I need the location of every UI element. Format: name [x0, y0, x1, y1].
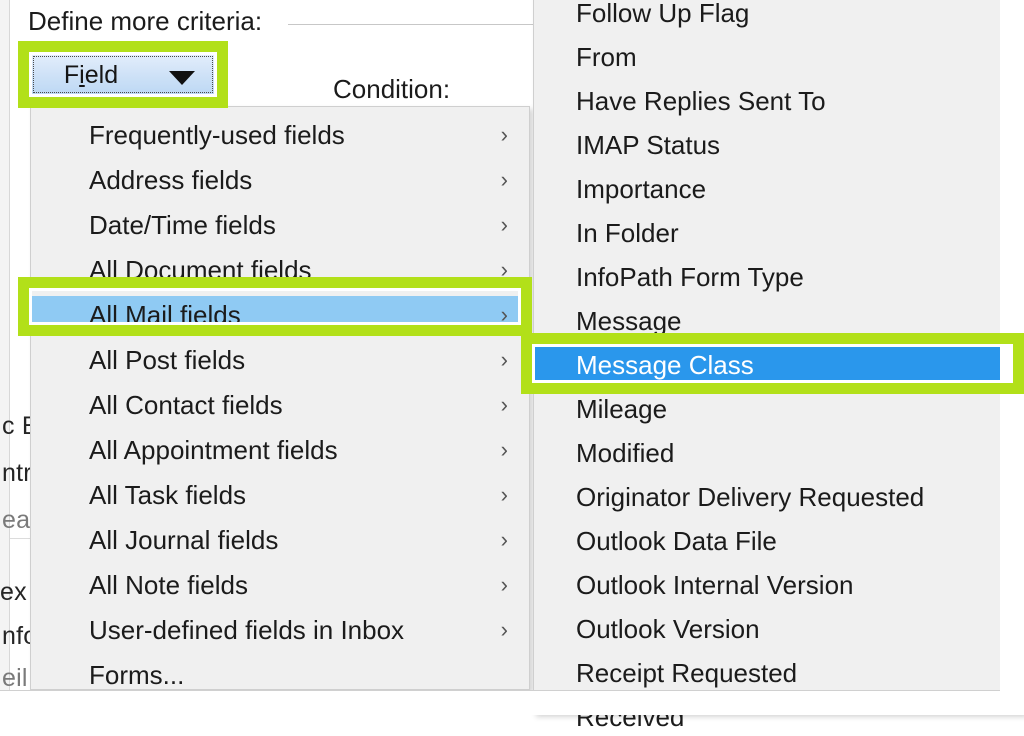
- menu-item-label: Message: [576, 306, 682, 336]
- menu-item-label: Message Class: [576, 350, 754, 380]
- menu-item-label: IMAP Status: [576, 130, 721, 160]
- chevron-right-icon: ›: [500, 617, 508, 642]
- menu-item[interactable]: All Task fields ›: [32, 476, 530, 514]
- all-mail-fields-submenu[interactable]: Follow Up Flag From Have Replies Sent To IM…: [533, 0, 1024, 730]
- menu-item-label: All Document fields: [89, 255, 312, 285]
- menu-item-label: Have Replies Sent To: [576, 86, 826, 116]
- field-label-before: F: [63, 61, 80, 89]
- chevron-right-icon: ›: [500, 527, 508, 552]
- dialog-right-strip: [1000, 0, 1024, 715]
- menu-item[interactable]: All Post fields ›: [32, 341, 530, 379]
- menu-item[interactable]: All Document fields ›: [32, 251, 530, 289]
- menu-item[interactable]: Outlook Version: [535, 610, 1024, 648]
- menu-item-label: Importance: [576, 174, 707, 204]
- menu-item[interactable]: Outlook Data File: [535, 522, 1024, 560]
- menu-item-label: All Appointment fields: [89, 435, 338, 465]
- define-more-criteria-label: Define more criteria:: [28, 6, 263, 36]
- condition-label: Condition:: [333, 74, 451, 104]
- menu-item[interactable]: Receipt Requested: [535, 654, 1024, 692]
- chevron-right-icon: ›: [500, 212, 508, 237]
- menu-item-label: Modified: [576, 438, 675, 468]
- chevron-right-icon: ›: [500, 347, 508, 372]
- menu-item[interactable]: Originator Delivery Requested: [535, 478, 1024, 516]
- field-dropdown-menu[interactable]: Frequently-used fields › Address fields › Da…: [30, 106, 530, 690]
- menu-item-label: All Post fields: [89, 345, 246, 375]
- dialog-left-edge: [0, 0, 10, 715]
- menu-item[interactable]: Importance: [535, 170, 1024, 208]
- menu-item-label: Date/Time fields: [89, 210, 276, 240]
- menu-item[interactable]: All Appointment fields ›: [32, 431, 530, 469]
- menu-item[interactable]: Date/Time fields ›: [32, 206, 530, 244]
- chevron-right-icon: ›: [500, 437, 508, 462]
- menu-item[interactable]: All Journal fields ›: [32, 521, 530, 559]
- chevron-right-icon: ›: [500, 572, 508, 597]
- menu-item-label: Outlook Data File: [576, 526, 777, 556]
- menu-item-label: InfoPath Form Type: [576, 262, 804, 292]
- menu-item-label: In Folder: [576, 218, 679, 248]
- chevron-right-icon: ›: [500, 257, 508, 282]
- menu-item[interactable]: Message Class: [535, 346, 1024, 384]
- menu-item-label: Outlook Internal Version: [576, 570, 854, 600]
- menu-item-label: All Mail fields: [89, 300, 241, 330]
- menu-item-label: Frequently-used fields: [89, 120, 345, 150]
- menu-item-label: Follow Up Flag: [576, 0, 750, 28]
- menu-item-label: User-defined fields in Inbox: [89, 615, 405, 645]
- menu-item[interactable]: Have Replies Sent To: [535, 82, 1024, 120]
- menu-item-label: Address fields: [89, 165, 253, 195]
- chevron-right-icon: ›: [500, 302, 508, 327]
- field-dropdown-button[interactable]: Field: [30, 53, 216, 96]
- dialog-bottom-strip: [0, 691, 1024, 715]
- menu-item-label: All Journal fields: [89, 525, 279, 555]
- menu-item-label: Receipt Requested: [576, 658, 798, 688]
- chevron-right-icon: ›: [500, 122, 508, 147]
- menu-item[interactable]: All Mail fields ›: [32, 296, 530, 334]
- menu-item[interactable]: Message: [535, 302, 1024, 340]
- background-text-fragment: ntr: [2, 459, 32, 487]
- menu-item[interactable]: Follow Up Flag: [535, 0, 1024, 32]
- menu-item[interactable]: In Folder: [535, 214, 1024, 252]
- menu-item[interactable]: Modified: [535, 434, 1024, 472]
- menu-item[interactable]: All Contact fields ›: [32, 386, 530, 424]
- menu-item-label: All Task fields: [89, 480, 247, 510]
- background-text-fragment: ex: [0, 578, 27, 606]
- menu-item-label: All Note fields: [89, 570, 248, 600]
- field-label-after: eld: [84, 61, 119, 89]
- menu-item-label: Originator Delivery Requested: [576, 482, 925, 512]
- menu-item-label: Mileage: [576, 394, 668, 424]
- chevron-right-icon: ›: [500, 392, 508, 417]
- menu-item[interactable]: User-defined fields in Inbox ›: [32, 611, 530, 649]
- dialog-bottom-rule: [0, 690, 1024, 691]
- menu-item[interactable]: Address fields ›: [32, 161, 530, 199]
- menu-item-label: All Contact fields: [89, 390, 283, 420]
- menu-item[interactable]: Forms...: [32, 656, 530, 694]
- menu-item[interactable]: InfoPath Form Type: [535, 258, 1024, 296]
- chevron-right-icon: ›: [500, 167, 508, 192]
- menu-item-label: Outlook Version: [576, 614, 760, 644]
- background-text-fragment: eil: [2, 664, 28, 692]
- chevron-down-icon: [169, 71, 195, 85]
- field-button-label: Field: [31, 61, 151, 90]
- menu-item[interactable]: Frequently-used fields ›: [32, 116, 530, 154]
- menu-item[interactable]: Outlook Internal Version: [535, 566, 1024, 604]
- menu-item[interactable]: IMAP Status: [535, 126, 1024, 164]
- menu-item-label: From: [576, 42, 637, 72]
- menu-item[interactable]: From: [535, 38, 1024, 76]
- menu-item[interactable]: All Note fields ›: [32, 566, 530, 604]
- menu-item[interactable]: Mileage: [535, 390, 1024, 428]
- menu-item-label: Forms...: [89, 660, 185, 690]
- chevron-right-icon: ›: [500, 482, 508, 507]
